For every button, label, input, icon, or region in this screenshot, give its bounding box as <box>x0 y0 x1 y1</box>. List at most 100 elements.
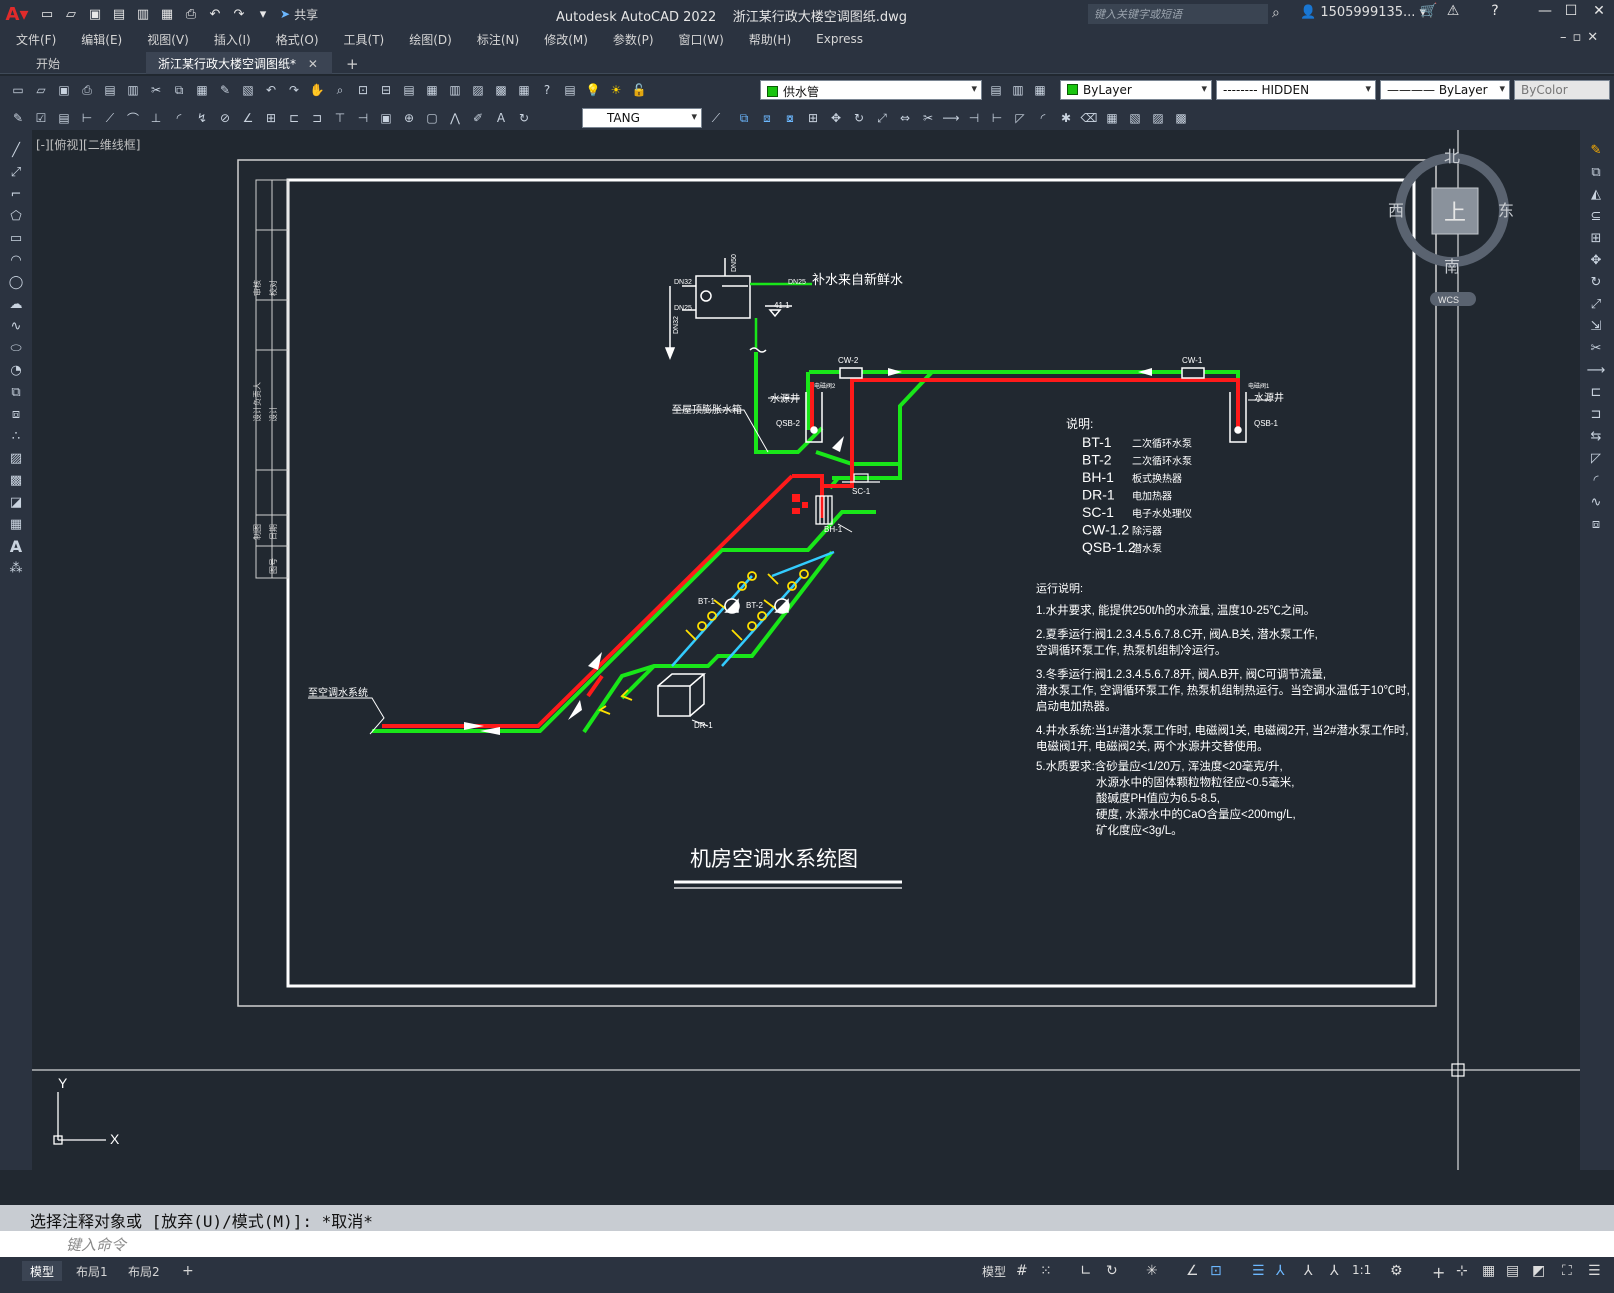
menu-parametric[interactable]: 参数(P) <box>613 31 654 48</box>
modify-trim-icon[interactable]: ✂ <box>918 108 938 128</box>
xline-tool-icon[interactable]: ⤢ <box>4 162 28 182</box>
auto-scale-icon[interactable]: ⅄ <box>1304 1263 1313 1279</box>
offset-tool-icon[interactable]: ⊆ <box>1584 206 1608 226</box>
join-tool-icon[interactable]: ⇆ <box>1584 426 1608 446</box>
arc-length-icon[interactable]: ⌒ <box>123 108 143 128</box>
viewcube-top[interactable]: 上 <box>1444 200 1466 225</box>
copy-icon[interactable]: ⧉ <box>169 80 189 100</box>
modify-fillet-icon[interactable]: ◜ <box>1033 108 1053 128</box>
continue-icon[interactable]: ⊐ <box>307 108 327 128</box>
block-insert-icon[interactable]: ▦ <box>1102 108 1122 128</box>
redo-toolbar-icon[interactable]: ↷ <box>284 80 304 100</box>
customize-dropdown-icon[interactable]: ▾ <box>252 3 274 25</box>
export-icon[interactable]: ▦ <box>156 3 178 25</box>
osnap-icon[interactable]: ✳ <box>1146 1263 1158 1279</box>
viewcube-east[interactable]: 东 <box>1498 202 1514 220</box>
modify-join-icon[interactable]: ⊢ <box>987 108 1007 128</box>
chamfer-tool-icon[interactable]: ◸ <box>1584 448 1608 468</box>
modify-chamfer-icon[interactable]: ◸ <box>1010 108 1030 128</box>
layout-tab-model[interactable]: 模型 <box>22 1261 63 1281</box>
textstyle-dropdown[interactable]: TANG ▾ <box>582 108 702 128</box>
dim-update-icon[interactable]: ↻ <box>514 108 534 128</box>
dim-edit-icon[interactable]: ✐ <box>468 108 488 128</box>
ordinate-icon[interactable]: ⊥ <box>146 108 166 128</box>
quick-dim-icon[interactable]: ⊞ <box>261 108 281 128</box>
mtext-tool-icon[interactable]: A <box>4 536 28 556</box>
modify-mirror-icon[interactable]: ⧈ <box>757 108 777 128</box>
layers-icon[interactable]: ▤ <box>54 108 74 128</box>
plot-toolbar-icon[interactable]: ⎙ <box>77 80 97 100</box>
add-selected-tool-icon[interactable]: ⁂ <box>4 558 28 578</box>
rotate-tool-icon[interactable]: ↻ <box>1584 272 1608 292</box>
modify-scale-icon[interactable]: ⤢ <box>872 108 892 128</box>
extend-tool-icon[interactable]: ⟶ <box>1584 360 1608 380</box>
design-center-icon[interactable]: ▦ <box>422 80 442 100</box>
units-icon[interactable]: ⊹ <box>1456 1263 1468 1279</box>
lineweight-display-icon[interactable]: ☰ <box>1252 1263 1265 1279</box>
ortho-icon[interactable]: ∟ <box>1080 1263 1092 1279</box>
menu-modify[interactable]: 修改(M) <box>544 31 588 48</box>
dynamic-ucs-icon[interactable]: ⊡ <box>1210 1263 1222 1279</box>
modify-offset-icon[interactable]: ⧇ <box>780 108 800 128</box>
share-button[interactable]: ➤ 共享 <box>280 6 318 23</box>
modify-rotate-icon[interactable]: ↻ <box>849 108 869 128</box>
help-toolbar-icon[interactable]: ? <box>537 80 557 100</box>
autocad-logo-icon[interactable]: A▾ <box>0 0 34 28</box>
layer-dropdown[interactable]: 供水管 ▾ <box>760 80 982 100</box>
menu-draw[interactable]: 绘图(D) <box>409 31 452 48</box>
tolerance-icon[interactable]: ▣ <box>376 108 396 128</box>
plotstyle-dropdown[interactable]: ByColor <box>1514 80 1610 100</box>
dim-break-icon[interactable]: ⊣ <box>353 108 373 128</box>
search-icon[interactable]: ⌕ <box>1272 5 1280 21</box>
inspection-icon[interactable]: ▢ <box>422 108 442 128</box>
array-tool-icon[interactable]: ⊞ <box>1584 228 1608 248</box>
trim-tool-icon[interactable]: ✂ <box>1584 338 1608 358</box>
ellipse-tool-icon[interactable]: ⬭ <box>4 338 28 358</box>
save-toolbar-icon[interactable]: ▣ <box>54 80 74 100</box>
center-mark-icon[interactable]: ⊕ <box>399 108 419 128</box>
viewcube-south[interactable]: 南 <box>1444 258 1460 276</box>
tab-start[interactable]: 开始 <box>24 52 72 74</box>
workspace-gear-icon[interactable]: ⚙ <box>1390 1263 1403 1279</box>
region-tool-icon[interactable]: ◪ <box>4 492 28 512</box>
revcloud-tool-icon[interactable]: ☁ <box>4 294 28 314</box>
jogged-icon[interactable]: ↯ <box>192 108 212 128</box>
insert-block-tool-icon[interactable]: ⧉ <box>4 382 28 402</box>
customize-status-icon[interactable]: ☰ <box>1588 1263 1601 1279</box>
sheetset-icon[interactable]: ▨ <box>468 80 488 100</box>
zoom-realtime-icon[interactable]: ⌕ <box>330 80 350 100</box>
zoom-previous-icon[interactable]: ⊟ <box>376 80 396 100</box>
ellipse-arc-tool-icon[interactable]: ◔ <box>4 360 28 380</box>
pan-icon[interactable]: ✋ <box>307 80 327 100</box>
new-file-icon[interactable]: ▭ <box>36 3 58 25</box>
table-tool-icon[interactable]: ▦ <box>4 514 28 534</box>
undo-icon[interactable]: ↶ <box>204 3 226 25</box>
group-icon[interactable]: ▨ <box>1148 108 1168 128</box>
plot-icon[interactable]: ⎙ <box>180 3 202 25</box>
search-input[interactable]: 键入关键字或短语 <box>1088 4 1268 24</box>
open-icon[interactable]: ▱ <box>31 80 51 100</box>
polyline-tool-icon[interactable]: ⌐ <box>4 184 28 204</box>
help-icon[interactable]: ? <box>1484 3 1506 25</box>
modify-explode-icon[interactable]: ✱ <box>1056 108 1076 128</box>
menu-window[interactable]: 窗口(W) <box>679 31 724 48</box>
markup-icon[interactable]: ▩ <box>491 80 511 100</box>
layer-states-icon[interactable]: ▦ <box>1030 80 1050 100</box>
calculator-icon[interactable]: ▦ <box>514 80 534 100</box>
radius-icon[interactable]: ◜ <box>169 108 189 128</box>
make-block-tool-icon[interactable]: ⧈ <box>4 404 28 424</box>
line-tool-icon[interactable]: ╱ <box>4 140 28 160</box>
fillet-tool-icon[interactable]: ◜ <box>1584 470 1608 490</box>
annotation-scale-icon[interactable]: ⅄ <box>1330 1263 1339 1279</box>
lineweight-dropdown[interactable]: ———— ByLayer ▾ <box>1380 80 1510 100</box>
menu-help[interactable]: 帮助(H) <box>749 31 791 48</box>
modify-erase-icon[interactable]: ⌫ <box>1079 108 1099 128</box>
linear-dim-icon[interactable]: ⊢ <box>77 108 97 128</box>
linetype-dropdown[interactable]: -------- HIDDEN ▾ <box>1216 80 1376 100</box>
cut-icon[interactable]: ✂ <box>146 80 166 100</box>
command-input[interactable]: 键入命令 <box>0 1231 1614 1257</box>
make-current-icon[interactable]: ▤ <box>986 80 1006 100</box>
modify-array-icon[interactable]: ⊞ <box>803 108 823 128</box>
check-icon[interactable]: ☑ <box>31 108 51 128</box>
ungroup-icon[interactable]: ▩ <box>1171 108 1191 128</box>
